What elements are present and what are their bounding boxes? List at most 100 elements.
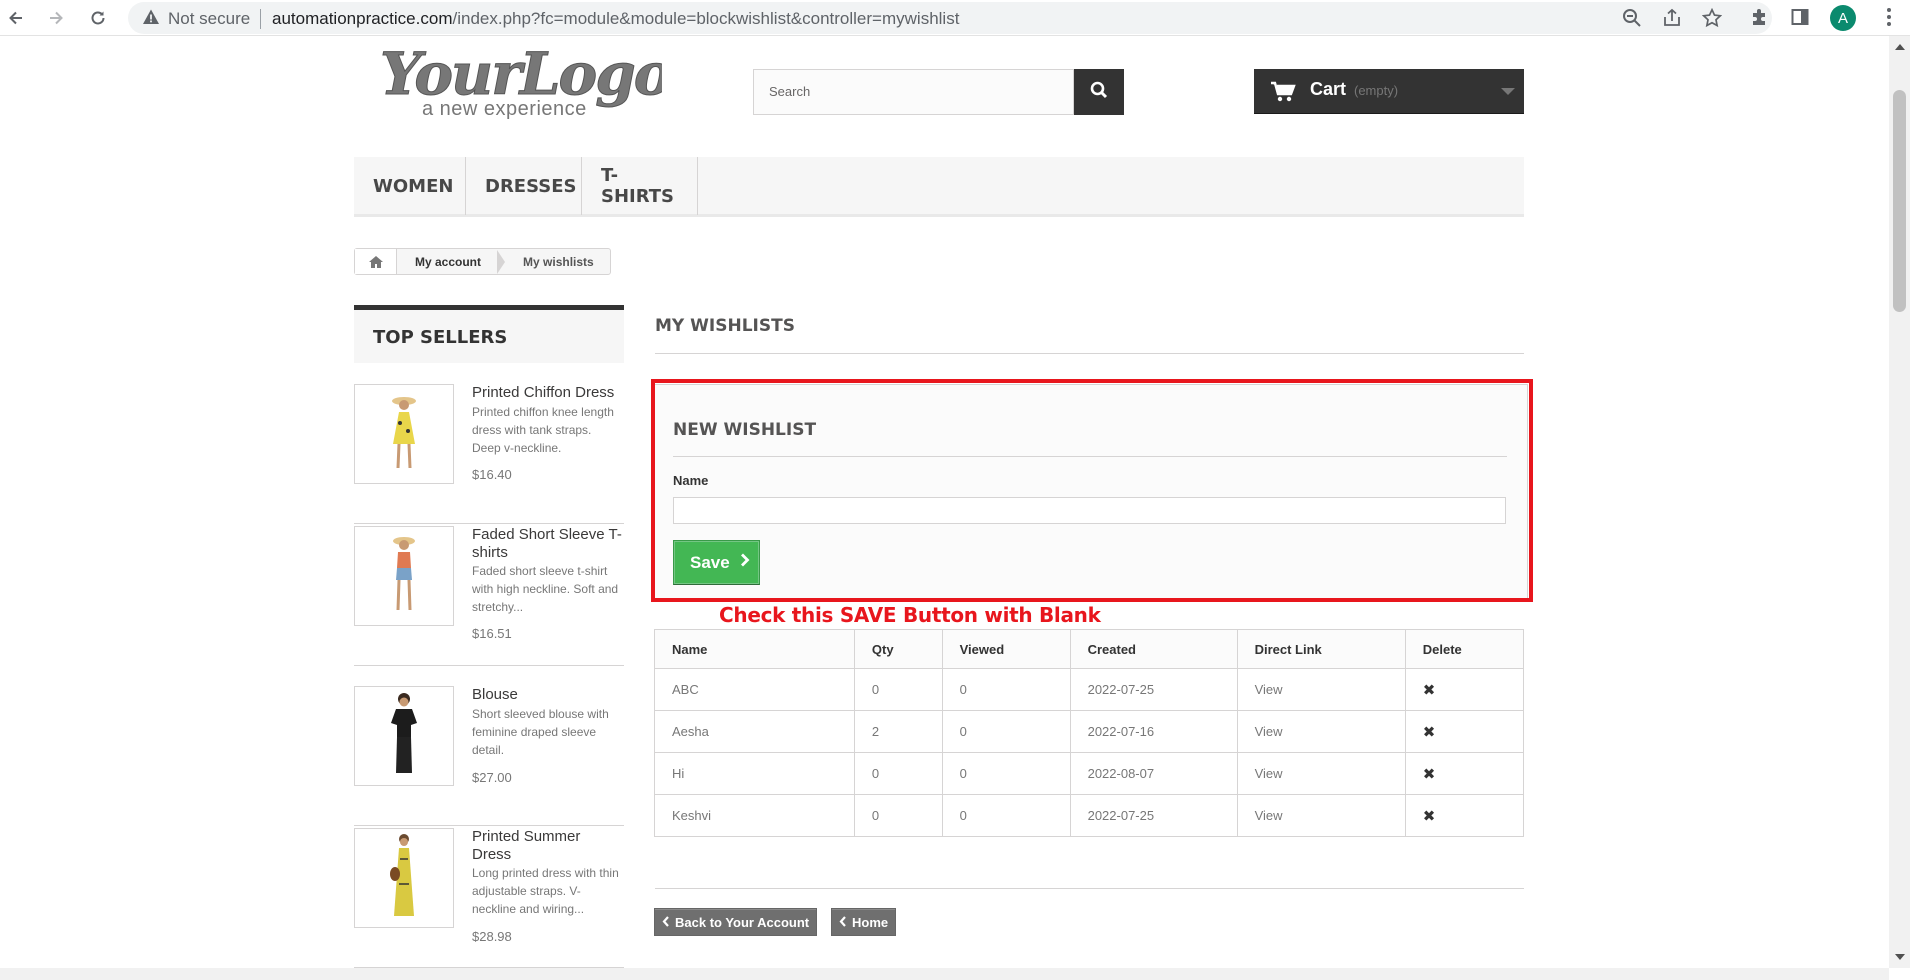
table-row: Aesha 2 0 2022-07-16 View ✖	[654, 710, 1525, 753]
save-button[interactable]: Save	[673, 540, 760, 585]
divider	[655, 353, 1524, 354]
side-panel-icon[interactable]	[1790, 7, 1812, 29]
product-thumbnail[interactable]	[354, 686, 454, 786]
column-header: Created	[1069, 629, 1238, 669]
annotation-text: Check this SAVE Button with Blank	[719, 603, 1101, 627]
product-name[interactable]: Printed Chiffon Dress	[472, 384, 622, 402]
wishlist-name-link[interactable]: Keshvi	[654, 794, 855, 837]
back-arrow-icon[interactable]	[2, 4, 30, 32]
chevron-right-icon	[740, 553, 750, 572]
wishlist-table: Name Qty Viewed Created Direct Link Dele…	[654, 629, 1525, 837]
annotation-highlight-box	[651, 379, 1533, 602]
product-name[interactable]: Printed Summer Dress	[472, 828, 622, 864]
profile-avatar[interactable]: A	[1830, 5, 1856, 31]
scroll-up-arrow-icon[interactable]	[1895, 44, 1905, 50]
product-price: $16.51	[472, 626, 512, 641]
url-path: /index.php?fc=module&module=blockwishlis…	[452, 9, 960, 28]
product-price: $28.98	[472, 929, 512, 944]
table-row: ABC 0 0 2022-07-25 View ✖	[654, 668, 1525, 711]
home-label: Home	[852, 914, 889, 930]
reload-icon[interactable]	[84, 4, 112, 32]
back-to-account-button[interactable]: Back to Your Account	[654, 908, 818, 936]
menu-item-women[interactable]: WOMEN	[354, 157, 466, 215]
new-wishlist-title: NEW WISHLIST	[673, 420, 817, 440]
breadcrumb-my-account[interactable]: My account	[397, 249, 497, 274]
qty-cell: 0	[853, 794, 943, 837]
scroll-down-arrow-icon[interactable]	[1895, 954, 1905, 960]
view-link[interactable]: View	[1236, 794, 1406, 837]
vertical-scrollbar[interactable]	[1889, 36, 1910, 968]
page-title: MY WISHLISTS	[655, 316, 795, 336]
product-item[interactable]: Blouse Short sleeved blouse with feminin…	[354, 686, 624, 826]
column-header: Qty	[853, 629, 943, 669]
search-placeholder: Search	[769, 84, 811, 99]
separator	[260, 9, 261, 29]
qty-cell: 0	[853, 752, 943, 795]
wishlist-name-field[interactable]	[673, 497, 1506, 524]
product-name[interactable]: Blouse	[472, 686, 622, 704]
url-text[interactable]: automationpractice.com/index.php?fc=modu…	[272, 9, 959, 29]
product-thumbnail[interactable]	[354, 384, 454, 484]
product-name[interactable]: Faded Short Sleeve T-shirts	[472, 526, 622, 562]
search-button[interactable]	[1074, 69, 1124, 115]
menu-item-tshirts[interactable]: T-SHIRTS	[582, 157, 698, 215]
extensions-puzzle-icon[interactable]	[1750, 7, 1772, 29]
warning-icon	[142, 8, 160, 31]
product-thumbnail[interactable]	[354, 526, 454, 626]
product-thumbnail[interactable]	[354, 828, 454, 928]
created-cell: 2022-07-16	[1069, 710, 1238, 753]
delete-icon[interactable]: ✖	[1404, 752, 1525, 795]
column-header: Viewed	[941, 629, 1071, 669]
delete-icon[interactable]: ✖	[1404, 668, 1525, 711]
address-bar[interactable]: Not secure automationpractice.com/index.…	[128, 2, 1772, 34]
not-secure-label[interactable]: Not secure	[168, 9, 250, 29]
menu-item-dresses[interactable]: DRESSES	[466, 157, 582, 215]
product-price: $27.00	[472, 770, 512, 785]
delete-icon[interactable]: ✖	[1404, 794, 1525, 837]
wishlist-name-link[interactable]: Hi	[654, 752, 855, 795]
qty-cell: 0	[853, 668, 943, 711]
breadcrumb-my-wishlists: My wishlists	[523, 254, 594, 269]
product-description: Long printed dress with thin adjustable …	[472, 866, 619, 916]
share-icon[interactable]	[1662, 8, 1684, 30]
breadcrumb: My account My wishlists	[354, 248, 611, 275]
breadcrumb-separator	[497, 249, 506, 274]
divider	[655, 888, 1524, 889]
view-link[interactable]: View	[1236, 752, 1406, 795]
scrollbar-thumb[interactable]	[1893, 90, 1906, 312]
table-row: Hi 0 0 2022-08-07 View ✖	[654, 752, 1525, 795]
wishlist-name-link[interactable]: Aesha	[654, 710, 855, 753]
cart-button[interactable]: Cart (empty)	[1254, 69, 1524, 114]
viewed-cell: 0	[941, 794, 1071, 837]
product-item[interactable]: Printed Chiffon Dress Printed chiffon kn…	[354, 384, 624, 524]
created-cell: 2022-07-25	[1069, 794, 1238, 837]
home-button[interactable]: Home	[831, 908, 897, 936]
browser-toolbar: Not secure automationpractice.com/index.…	[0, 0, 1910, 36]
kebab-menu-icon[interactable]	[1886, 7, 1892, 27]
qty-cell: 2	[853, 710, 943, 753]
product-item[interactable]: Faded Short Sleeve T-shirts Faded short …	[354, 526, 624, 666]
created-cell: 2022-08-07	[1069, 752, 1238, 795]
home-icon[interactable]	[355, 249, 397, 274]
column-header: Name	[654, 629, 855, 669]
viewed-cell: 0	[941, 668, 1071, 711]
bookmark-star-icon[interactable]	[1701, 7, 1724, 30]
view-link[interactable]: View	[1236, 710, 1406, 753]
name-field-label: Name	[673, 473, 709, 488]
divider	[673, 456, 1507, 457]
product-description: Printed chiffon knee length dress with t…	[472, 405, 614, 455]
top-sellers-title: TOP SELLERS	[373, 327, 508, 348]
delete-icon[interactable]: ✖	[1404, 710, 1525, 753]
column-header: Delete	[1404, 629, 1525, 669]
horizontal-scrollbar[interactable]	[0, 968, 1889, 980]
back-to-account-label: Back to Your Account	[675, 914, 810, 930]
search-input[interactable]: Search	[753, 69, 1074, 115]
forward-arrow-icon[interactable]	[42, 4, 70, 32]
zoom-icon[interactable]	[1622, 8, 1644, 30]
top-sellers-header[interactable]: TOP SELLERS	[354, 305, 624, 363]
cart-label: Cart	[1310, 79, 1347, 99]
product-item[interactable]: Printed Summer Dress Long printed dress …	[354, 828, 624, 968]
product-description: Faded short sleeve t-shirt with high nec…	[472, 564, 619, 614]
wishlist-name-link[interactable]: ABC	[654, 668, 855, 711]
view-link[interactable]: View	[1236, 668, 1406, 711]
